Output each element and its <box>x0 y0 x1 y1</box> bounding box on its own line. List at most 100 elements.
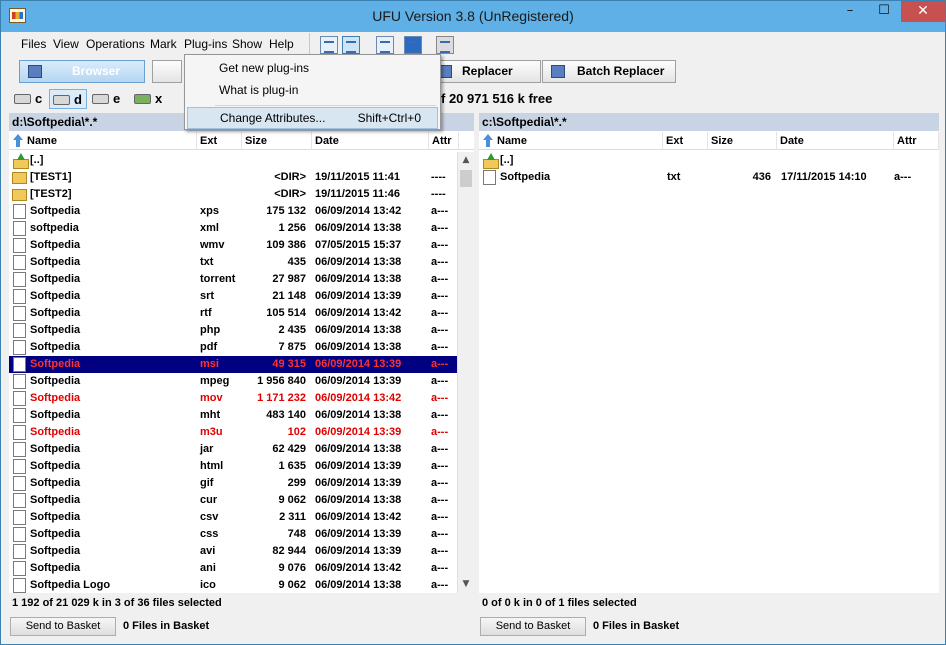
replacer-mode-button[interactable]: Replacer <box>429 60 541 83</box>
mode-button-hidden[interactable] <box>152 60 182 83</box>
menu-files[interactable]: Files <box>21 37 46 51</box>
menu-mark[interactable]: Mark <box>150 37 177 51</box>
checklist-icon[interactable] <box>376 36 394 54</box>
left-send-to-basket-button[interactable]: Send to Basket <box>10 617 116 636</box>
window-title: UFU Version 3.8 (UnRegistered) <box>372 8 574 24</box>
settings-icon[interactable] <box>404 36 422 54</box>
table-row[interactable]: Softpedia php 2 435 06/09/2014 13:38 a--- <box>9 322 474 339</box>
left-file-panel: d:\Softpedia\*.* Name Ext Size Date Attr… <box>9 113 474 593</box>
cell-size: 436 <box>752 171 771 183</box>
cell-date: 06/09/2014 13:38 <box>315 579 402 591</box>
cell-ext: csv <box>200 511 219 523</box>
menu-item-change-attributes[interactable]: Change Attributes... Shift+Ctrl+0 <box>187 107 438 129</box>
menu-view[interactable]: View <box>53 37 79 51</box>
table-row[interactable]: Softpedia mpeg 1 956 840 06/09/2014 13:39 a-… <box>9 373 474 390</box>
scroll-down-icon[interactable]: ▼ <box>458 576 474 593</box>
scroll-thumb[interactable] <box>460 170 472 187</box>
table-row[interactable]: Softpedia Logo ico 9 062 06/09/2014 13:38 a-… <box>9 577 474 594</box>
table-row[interactable]: Softpedia wmv 109 386 07/05/2015 15:37 a--- <box>9 237 474 254</box>
table-row[interactable]: Softpedia mov 1 171 232 06/09/2014 13:42 a--… <box>9 390 474 407</box>
table-row[interactable]: Softpedia cur 9 062 06/09/2014 13:38 a--- <box>9 492 474 509</box>
table-row[interactable]: Softpedia txt 435 06/09/2014 13:38 a--- <box>9 254 474 271</box>
file-icon <box>13 238 26 253</box>
file-icon <box>13 357 26 372</box>
cell-name: Softpedia <box>30 290 81 302</box>
minimize-button[interactable]: – <box>833 1 867 22</box>
table-row[interactable]: Softpedia txt 436 17/11/2015 14:10 a--- <box>479 169 939 186</box>
menu-show[interactable]: Show <box>232 37 262 51</box>
file-icon <box>13 374 26 389</box>
menu-item-get-new-plugins[interactable]: Get new plug-ins <box>187 57 438 79</box>
left-scrollbar[interactable]: ▲ ▼ <box>457 152 474 593</box>
menu-plugins[interactable]: Plug-ins <box>184 37 227 51</box>
column-size[interactable]: Size <box>242 132 312 150</box>
cell-size: 21 148 <box>272 290 306 302</box>
close-button[interactable]: ✕ <box>901 1 945 22</box>
column-name[interactable]: Name <box>9 132 197 150</box>
table-row[interactable]: Softpedia xps 175 132 06/09/2014 13:42 a--- <box>9 203 474 220</box>
table-row[interactable]: [..] <box>9 152 474 169</box>
column-date[interactable]: Date <box>312 132 429 150</box>
table-row[interactable]: Softpedia mht 483 140 06/09/2014 13:38 a--- <box>9 407 474 424</box>
table-row[interactable]: Softpedia gif 299 06/09/2014 13:39 a--- <box>9 475 474 492</box>
table-row[interactable]: Softpedia srt 21 148 06/09/2014 13:39 a--- <box>9 288 474 305</box>
table-row[interactable]: Softpedia ani 9 076 06/09/2014 13:42 a--- <box>9 560 474 577</box>
table-row[interactable]: Softpedia css 748 06/09/2014 13:39 a--- <box>9 526 474 543</box>
browser-mode-button[interactable]: Browser <box>19 60 145 83</box>
menu-separator <box>215 105 436 106</box>
cell-size: 2 311 <box>279 511 306 523</box>
cell-size: <DIR> <box>274 171 306 183</box>
table-row[interactable]: Softpedia html 1 635 06/09/2014 13:39 a--- <box>9 458 474 475</box>
table-row[interactable]: [TEST2] <DIR> 19/11/2015 11:46 ---- <box>9 186 474 203</box>
drive-e[interactable]: e <box>89 89 129 109</box>
column-ext[interactable]: Ext <box>663 132 708 150</box>
table-row[interactable]: Softpedia jar 62 429 06/09/2014 13:38 a--- <box>9 441 474 458</box>
table-row[interactable]: [TEST1] <DIR> 19/11/2015 11:41 ---- <box>9 169 474 186</box>
left-status: 1 192 of 21 029 k in 3 of 36 files selec… <box>12 597 222 609</box>
cell-name: Softpedia <box>30 528 81 540</box>
column-attr[interactable]: Attr <box>894 132 939 150</box>
right-send-to-basket-button[interactable]: Send to Basket <box>480 617 586 636</box>
cell-size: 62 429 <box>272 443 306 455</box>
drive-x[interactable]: x <box>131 89 171 109</box>
table-row[interactable]: softpedia xml 1 256 06/09/2014 13:38 a--- <box>9 220 474 237</box>
right-file-list: [..] Softpedia txt 436 17/11/2015 14:10 a--- <box>479 152 939 186</box>
trash-icon[interactable] <box>436 36 454 54</box>
cell-name: Softpedia <box>30 273 81 285</box>
cell-date: 06/09/2014 13:42 <box>315 307 402 319</box>
menu-item-what-is-plugin[interactable]: What is plug-in <box>187 79 438 101</box>
maximize-button[interactable]: ☐ <box>867 1 901 22</box>
menu-operations[interactable]: Operations <box>86 37 145 51</box>
file-icon <box>13 510 26 525</box>
column-ext[interactable]: Ext <box>197 132 242 150</box>
scroll-up-icon[interactable]: ▲ <box>458 152 474 169</box>
table-row[interactable]: [..] <box>479 152 939 169</box>
cell-attr: a--- <box>431 426 449 438</box>
batch-replacer-mode-button[interactable]: Batch Replacer <box>542 60 676 83</box>
column-date[interactable]: Date <box>777 132 894 150</box>
column-attr[interactable]: Attr <box>429 132 459 150</box>
cell-attr: a--- <box>431 562 449 574</box>
file-icon <box>13 459 26 474</box>
table-row[interactable]: Softpedia m3u 102 06/09/2014 13:39 a--- <box>9 424 474 441</box>
drive-c[interactable]: c <box>11 89 47 109</box>
column-size[interactable]: Size <box>708 132 777 150</box>
table-row[interactable]: Softpedia msi 49 315 06/09/2014 13:39 a--- <box>9 356 474 373</box>
file-icon <box>13 425 26 440</box>
cell-ext: wmv <box>200 239 225 251</box>
list-view-icon[interactable] <box>320 36 338 54</box>
table-row[interactable]: Softpedia csv 2 311 06/09/2014 13:42 a--- <box>9 509 474 526</box>
table-row[interactable]: Softpedia rtf 105 514 06/09/2014 13:42 a--- <box>9 305 474 322</box>
detail-view-icon[interactable] <box>342 36 360 54</box>
parent-folder-icon <box>13 153 29 169</box>
table-row[interactable]: Softpedia avi 82 944 06/09/2014 13:39 a--- <box>9 543 474 560</box>
column-name[interactable]: Name <box>479 132 663 150</box>
cell-ext: css <box>200 528 219 540</box>
menu-help[interactable]: Help <box>269 37 294 51</box>
file-icon <box>13 323 26 338</box>
drive-d[interactable]: d <box>49 89 87 109</box>
cell-attr: a--- <box>431 375 449 387</box>
file-icon <box>13 204 26 219</box>
table-row[interactable]: Softpedia pdf 7 875 06/09/2014 13:38 a--- <box>9 339 474 356</box>
table-row[interactable]: Softpedia torrent 27 987 06/09/2014 13:38 a-… <box>9 271 474 288</box>
